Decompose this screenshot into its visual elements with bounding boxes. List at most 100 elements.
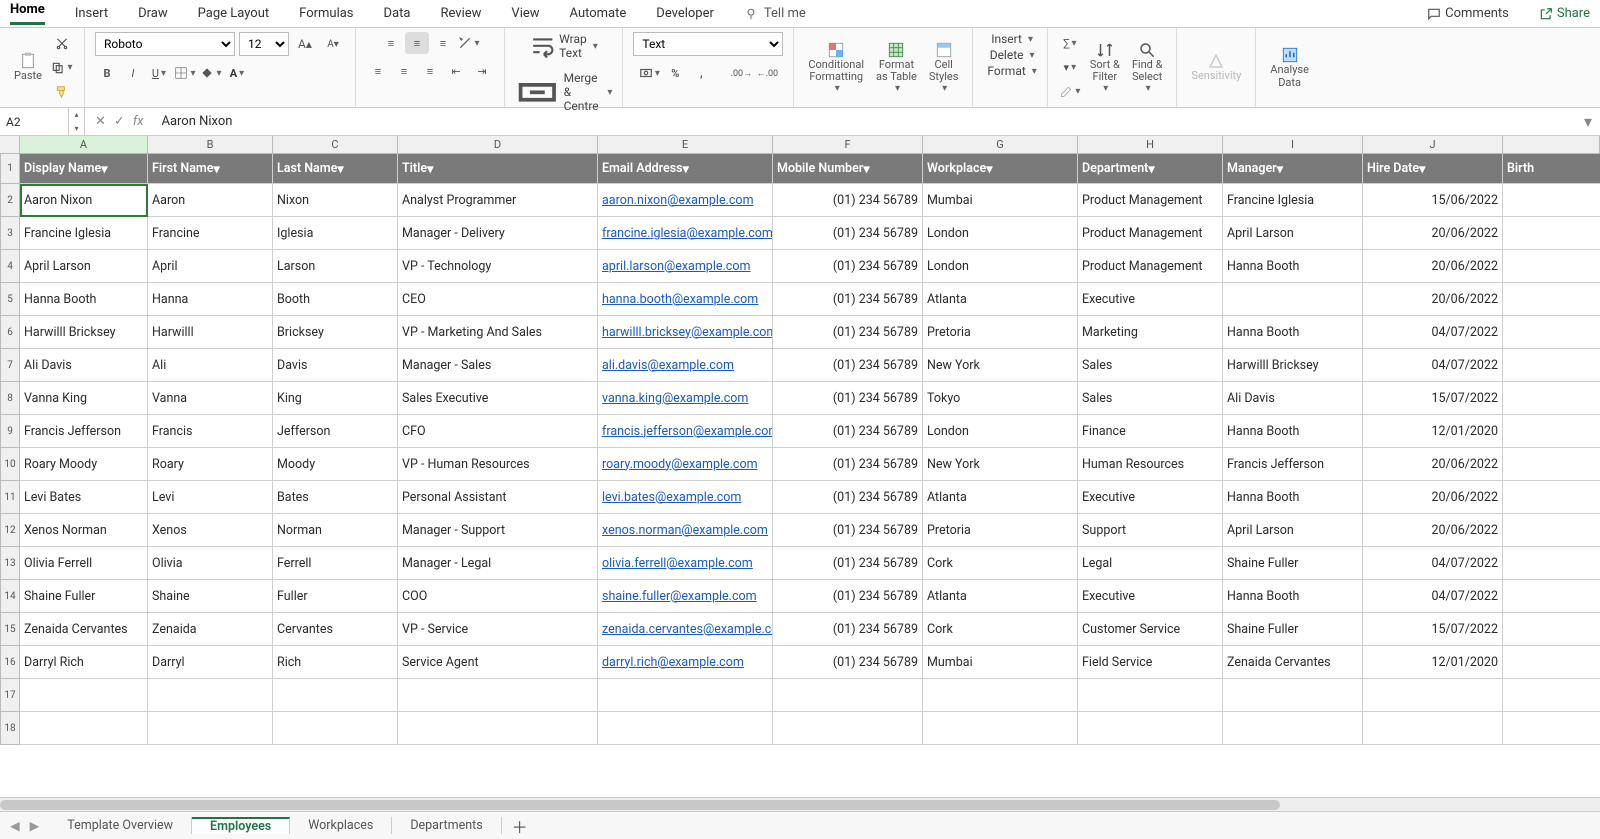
cell[interactable]: London [923, 250, 1078, 283]
cell[interactable]: Hanna Booth [20, 283, 148, 316]
paste-button[interactable]: Paste [10, 50, 46, 84]
cell[interactable]: 20/06/2022 [1363, 217, 1503, 250]
cell[interactable]: Service Agent [398, 646, 598, 679]
cell[interactable] [1503, 679, 1600, 712]
email-link[interactable]: olivia.ferrell@example.com [602, 556, 753, 571]
cell[interactable]: London [923, 415, 1078, 448]
cell[interactable]: Moody [273, 448, 398, 481]
cell[interactable] [598, 679, 773, 712]
copy-button[interactable] [50, 57, 74, 79]
email-link[interactable]: levi.bates@example.com [602, 490, 741, 505]
cell[interactable]: Francis Jefferson [1223, 448, 1363, 481]
cell[interactable]: Francine Iglesia [20, 217, 148, 250]
analyse-data-button[interactable]: Analyse Data [1266, 44, 1313, 90]
cell[interactable]: Mumbai [923, 646, 1078, 679]
cell[interactable]: Ali Davis [1223, 382, 1363, 415]
cell[interactable]: francis.jefferson@example.com [598, 415, 773, 448]
cell[interactable] [1503, 646, 1600, 679]
cell[interactable]: Harwilll Bricksey [20, 316, 148, 349]
cell[interactable]: Ali Davis [20, 349, 148, 382]
cell[interactable]: Marketing [1078, 316, 1223, 349]
email-link[interactable]: aaron.nixon@example.com [602, 193, 754, 208]
email-link[interactable]: vanna.king@example.com [602, 391, 748, 406]
sheet-nav-prev[interactable]: ◀ [10, 818, 20, 834]
cell[interactable]: Roary [148, 448, 273, 481]
cell[interactable] [273, 679, 398, 712]
name-down[interactable]: ▾ [69, 122, 84, 136]
cell[interactable]: darryl.rich@example.com [598, 646, 773, 679]
cell[interactable]: 20/06/2022 [1363, 514, 1503, 547]
cell[interactable]: Hanna Booth [1223, 415, 1363, 448]
row-header-4[interactable]: 4 [0, 250, 20, 283]
row-header-1[interactable]: 1 [0, 154, 20, 184]
tab-home[interactable]: Home [10, 2, 45, 25]
cell[interactable]: April [148, 250, 273, 283]
cell[interactable]: (01) 234 56789 [773, 184, 923, 217]
cell[interactable]: Personal Assistant [398, 481, 598, 514]
cell[interactable] [1223, 712, 1363, 745]
tab-page-layout[interactable]: Page Layout [198, 6, 270, 21]
expand-formula-bar[interactable]: ▾ [1576, 112, 1600, 131]
sheet-nav-next[interactable]: ▶ [30, 818, 40, 834]
email-link[interactable]: francis.jefferson@example.com [602, 424, 773, 439]
name-box[interactable]: A2 ▴▾ [0, 108, 85, 135]
cell[interactable]: Finance [1078, 415, 1223, 448]
cell[interactable] [1223, 679, 1363, 712]
name-up[interactable]: ▴ [69, 108, 84, 122]
cell[interactable] [1223, 283, 1363, 316]
table-header[interactable]: First Name▾ [148, 154, 273, 184]
cell[interactable]: New York [923, 349, 1078, 382]
cell[interactable]: Fuller [273, 580, 398, 613]
filter-button[interactable]: ▾ [101, 161, 107, 177]
cell[interactable]: Harwilll [148, 316, 273, 349]
cell[interactable]: Manager - Support [398, 514, 598, 547]
cell[interactable]: Ali [148, 349, 273, 382]
cell[interactable]: zenaida.cervantes@example.com [598, 613, 773, 646]
wrap-text-button[interactable]: Wrap Text [530, 32, 598, 60]
cell[interactable]: April Larson [20, 250, 148, 283]
col-header-J[interactable]: J [1363, 136, 1503, 153]
cell[interactable] [20, 712, 148, 745]
align-center-button[interactable]: ≡ [392, 60, 416, 82]
font-select[interactable]: Roboto [95, 32, 235, 56]
row-header-6[interactable]: 6 [0, 316, 20, 349]
cell[interactable]: 20/06/2022 [1363, 250, 1503, 283]
cell[interactable]: Atlanta [923, 580, 1078, 613]
table-header[interactable]: Display Name▾ [20, 154, 148, 184]
cell[interactable]: (01) 234 56789 [773, 646, 923, 679]
table-header[interactable]: Last Name▾ [273, 154, 398, 184]
email-link[interactable]: shaine.fuller@example.com [602, 589, 757, 604]
cell[interactable]: Roary Moody [20, 448, 148, 481]
cell[interactable]: (01) 234 56789 [773, 547, 923, 580]
cell[interactable]: Iglesia [273, 217, 398, 250]
filter-button[interactable]: ▾ [1148, 161, 1154, 177]
row-header-14[interactable]: 14 [0, 580, 20, 613]
cell[interactable] [1503, 712, 1600, 745]
row-header-11[interactable]: 11 [0, 481, 20, 514]
decrease-font-button[interactable]: A▾ [321, 33, 345, 55]
email-link[interactable]: darryl.rich@example.com [602, 655, 744, 670]
font-size-select[interactable]: 12 [239, 32, 289, 56]
borders-button[interactable] [173, 62, 197, 84]
increase-font-button[interactable]: A▴ [293, 33, 317, 55]
cell[interactable] [1078, 712, 1223, 745]
cell[interactable] [923, 712, 1078, 745]
accept-formula-button[interactable]: ✓ [114, 114, 125, 129]
cell[interactable]: Francine Iglesia [1223, 184, 1363, 217]
cell[interactable] [1503, 316, 1600, 349]
cell[interactable]: april.larson@example.com [598, 250, 773, 283]
filter-button[interactable]: ▾ [214, 161, 220, 177]
tab-review[interactable]: Review [440, 6, 481, 21]
cell[interactable]: Zenaida Cervantes [20, 613, 148, 646]
cell[interactable]: Shaine Fuller [1223, 547, 1363, 580]
cell[interactable]: (01) 234 56789 [773, 382, 923, 415]
row-header-13[interactable]: 13 [0, 547, 20, 580]
format-as-table-button[interactable]: Format as Table [872, 39, 921, 96]
cell[interactable]: harwilll.bricksey@example.com [598, 316, 773, 349]
email-link[interactable]: harwilll.bricksey@example.com [602, 325, 773, 340]
cell[interactable] [1503, 514, 1600, 547]
cell[interactable]: aaron.nixon@example.com [598, 184, 773, 217]
col-header-A[interactable]: A [20, 136, 148, 153]
cell[interactable]: 20/06/2022 [1363, 283, 1503, 316]
cell[interactable]: (01) 234 56789 [773, 316, 923, 349]
